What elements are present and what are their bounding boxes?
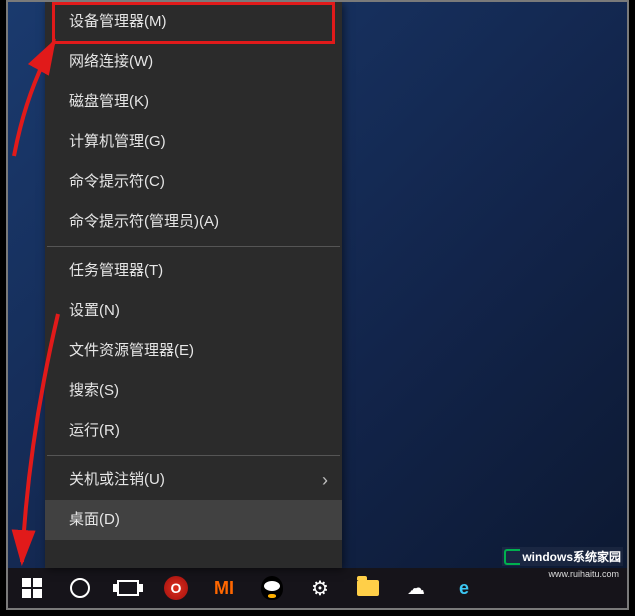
- task-view-button[interactable]: [104, 568, 152, 608]
- menu-separator: [47, 455, 340, 456]
- menu-item-label: 运行(R): [69, 422, 120, 439]
- menu-item-network-connections[interactable]: 网络连接(W): [45, 42, 342, 82]
- menu-item-command-prompt[interactable]: 命令提示符(C): [45, 162, 342, 202]
- start-button[interactable]: [8, 568, 56, 608]
- menu-item-label: 任务管理器(T): [69, 262, 163, 279]
- menu-item-command-prompt-admin[interactable]: 命令提示符(管理员)(A): [45, 202, 342, 242]
- qq-icon: [261, 576, 283, 600]
- folder-icon: [357, 580, 379, 596]
- taskbar-app-onedrive[interactable]: ☁: [392, 568, 440, 608]
- menu-item-label: 搜索(S): [69, 382, 119, 399]
- menu-item-label: 网络连接(W): [69, 53, 153, 70]
- menu-item-computer-management[interactable]: 计算机管理(G): [45, 122, 342, 162]
- mi-icon: MI: [214, 578, 234, 599]
- menu-item-device-manager[interactable]: 设备管理器(M): [45, 2, 342, 42]
- task-view-icon: [117, 580, 139, 596]
- gear-icon: ⚙: [311, 576, 329, 601]
- menu-item-label: 设置(N): [69, 302, 120, 319]
- edge-icon: e: [459, 578, 469, 599]
- screenshot-frame: 设备管理器(M) 网络连接(W) 磁盘管理(K) 计算机管理(G) 命令提示符(…: [6, 0, 629, 610]
- menu-item-run[interactable]: 运行(R): [45, 411, 342, 451]
- menu-item-label: 文件资源管理器(E): [69, 342, 194, 359]
- menu-item-label: 关机或注销(U): [69, 471, 165, 488]
- watermark: windows系统家园 www.ruihaitu.com: [502, 547, 623, 566]
- watermark-logo-icon: [504, 549, 520, 565]
- cloud-icon: ☁: [407, 578, 425, 599]
- menu-item-file-explorer[interactable]: 文件资源管理器(E): [45, 331, 342, 371]
- watermark-subtext: www.ruihaitu.com: [548, 569, 619, 579]
- cortana-icon: [70, 578, 90, 598]
- menu-item-settings[interactable]: 设置(N): [45, 291, 342, 331]
- taskbar-app-mi[interactable]: MI: [200, 568, 248, 608]
- menu-item-label: 命令提示符(C): [69, 173, 165, 190]
- taskbar: O MI ⚙ ☁ e: [8, 568, 627, 608]
- taskbar-app-file-explorer[interactable]: [344, 568, 392, 608]
- taskbar-app-edge[interactable]: e: [440, 568, 488, 608]
- menu-item-label: 桌面(D): [69, 511, 120, 528]
- winx-context-menu: 设备管理器(M) 网络连接(W) 磁盘管理(K) 计算机管理(G) 命令提示符(…: [45, 2, 342, 568]
- taskbar-app-settings[interactable]: ⚙: [296, 568, 344, 608]
- menu-item-task-manager[interactable]: 任务管理器(T): [45, 251, 342, 291]
- taskbar-app-qq[interactable]: [248, 568, 296, 608]
- windows-logo-icon: [22, 578, 42, 598]
- menu-item-label: 计算机管理(G): [69, 133, 166, 150]
- opera-icon: O: [164, 576, 188, 600]
- menu-item-search[interactable]: 搜索(S): [45, 371, 342, 411]
- watermark-text: windows系统家园: [522, 548, 621, 565]
- menu-item-disk-management[interactable]: 磁盘管理(K): [45, 82, 342, 122]
- menu-separator: [47, 246, 340, 247]
- menu-item-label: 磁盘管理(K): [69, 93, 149, 110]
- taskbar-app-opera[interactable]: O: [152, 568, 200, 608]
- menu-item-desktop[interactable]: 桌面(D): [45, 500, 342, 540]
- menu-item-label: 设备管理器(M): [69, 13, 167, 30]
- menu-item-shutdown-signout[interactable]: 关机或注销(U): [45, 460, 342, 500]
- cortana-button[interactable]: [56, 568, 104, 608]
- menu-item-label: 命令提示符(管理员)(A): [69, 213, 219, 230]
